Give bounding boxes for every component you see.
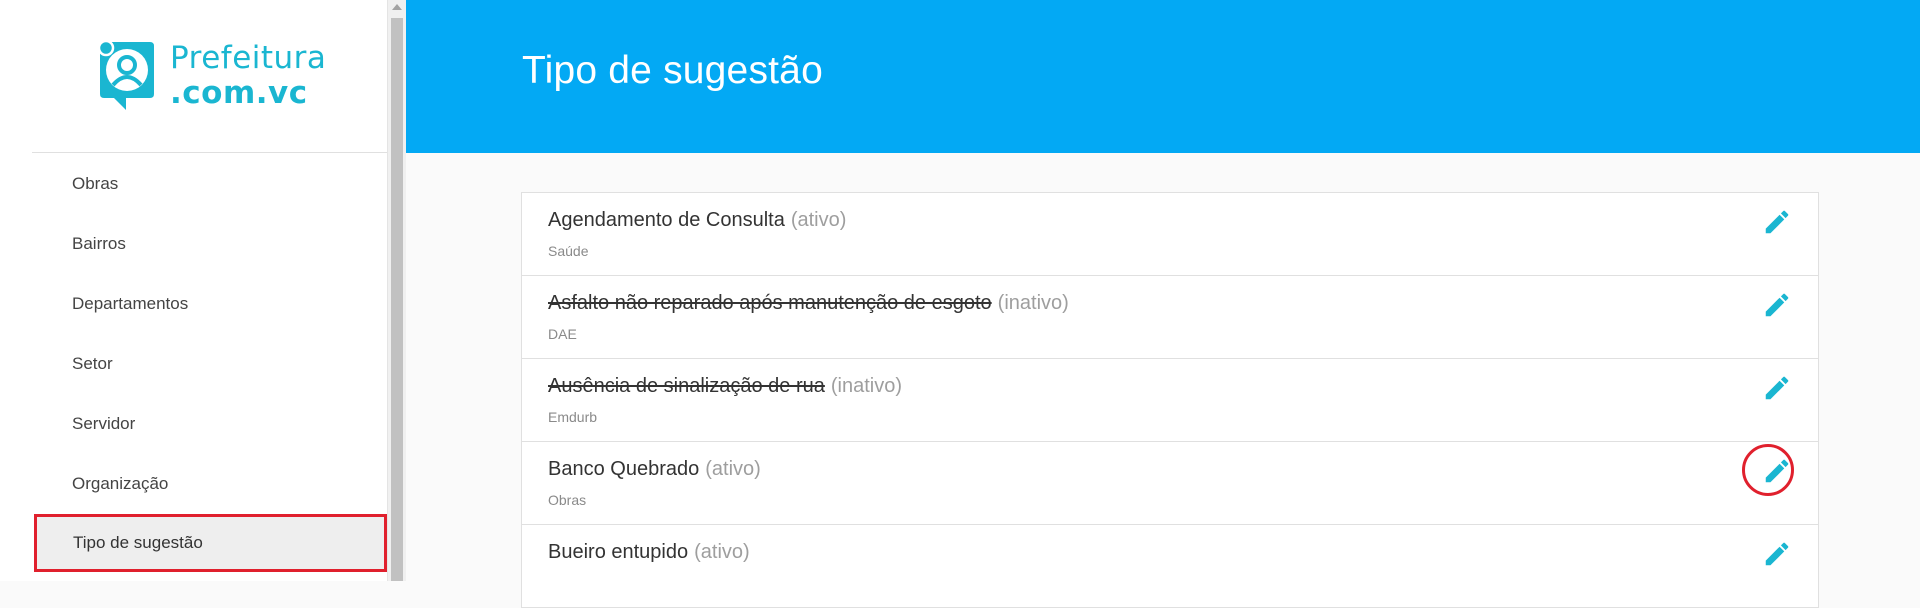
user-chat-logo-icon	[97, 39, 154, 110]
suggestion-type-list: Agendamento de Consulta (ativo) Saúde Asf…	[521, 192, 1819, 608]
scrollbar-thumb[interactable]	[391, 18, 403, 581]
page-header: Tipo de sugestão	[406, 0, 1920, 153]
item-status: (ativo)	[694, 541, 750, 563]
sidebar-item-bairros[interactable]: Bairros	[33, 216, 387, 272]
item-title: Bueiro entupido (ativo)	[548, 541, 750, 564]
item-department: Saúde	[548, 243, 589, 259]
sidebar-item-departamentos[interactable]: Departamentos	[33, 276, 387, 332]
item-name: Ausência de sinalização de rua	[548, 375, 825, 397]
item-title: Asfalto não reparado após manutenção de …	[548, 292, 1069, 315]
logo-line-2: .com.vc	[170, 75, 308, 111]
pencil-icon[interactable]	[1762, 290, 1792, 320]
list-item: Ausência de sinalização de rua (inativo) …	[522, 359, 1818, 442]
item-name: Banco Quebrado	[548, 458, 700, 480]
page-title: Tipo de sugestão	[522, 49, 823, 92]
sidebar-item-tipo-de-sugestao[interactable]: Tipo de sugestão	[34, 514, 387, 572]
pencil-icon[interactable]	[1762, 373, 1792, 403]
list-item: Asfalto não reparado após manutenção de …	[522, 276, 1818, 359]
item-title: Agendamento de Consulta (ativo)	[548, 209, 846, 232]
item-status: (ativo)	[790, 209, 847, 231]
sidebar-item-obras[interactable]: Obras	[33, 156, 387, 212]
pencil-icon[interactable]	[1762, 539, 1792, 569]
logo-line-1: Prefeitura	[170, 40, 327, 76]
sidebar-item-organizacao[interactable]: Organização	[33, 456, 387, 512]
list-item: Agendamento de Consulta (ativo) Saúde	[522, 193, 1818, 276]
pencil-icon[interactable]	[1762, 207, 1792, 237]
item-status: (inativo)	[830, 375, 902, 397]
divider	[32, 152, 387, 153]
item-status: (inativo)	[997, 292, 1069, 314]
logo[interactable]: Prefeitura .com.vc	[92, 38, 326, 114]
item-department: DAE	[548, 326, 577, 342]
pencil-icon[interactable]	[1762, 456, 1792, 486]
sidebar-item-servidor[interactable]: Servidor	[33, 396, 387, 452]
sidebar-item-setor[interactable]: Setor	[33, 336, 387, 392]
list-item: Banco Quebrado (ativo) Obras	[522, 442, 1818, 525]
sidebar-scrollbar[interactable]	[387, 0, 406, 581]
scroll-up-arrow-icon[interactable]	[392, 4, 402, 10]
item-name: Bueiro entupido	[548, 541, 689, 563]
item-department: Obras	[548, 492, 587, 508]
item-department: Emdurb	[548, 409, 598, 425]
item-title: Ausência de sinalização de rua (inativo)	[548, 375, 902, 398]
item-status: (ativo)	[705, 458, 761, 480]
logo-text: Prefeitura .com.vc	[170, 41, 326, 111]
list-item: Bueiro entupido (ativo)	[522, 525, 1818, 608]
item-name: Agendamento de Consulta	[548, 209, 785, 231]
item-name: Asfalto não reparado após manutenção de …	[548, 292, 992, 314]
item-title: Banco Quebrado (ativo)	[548, 458, 761, 481]
sidebar: Prefeitura .com.vc Obras Bairros Departa…	[0, 0, 388, 581]
